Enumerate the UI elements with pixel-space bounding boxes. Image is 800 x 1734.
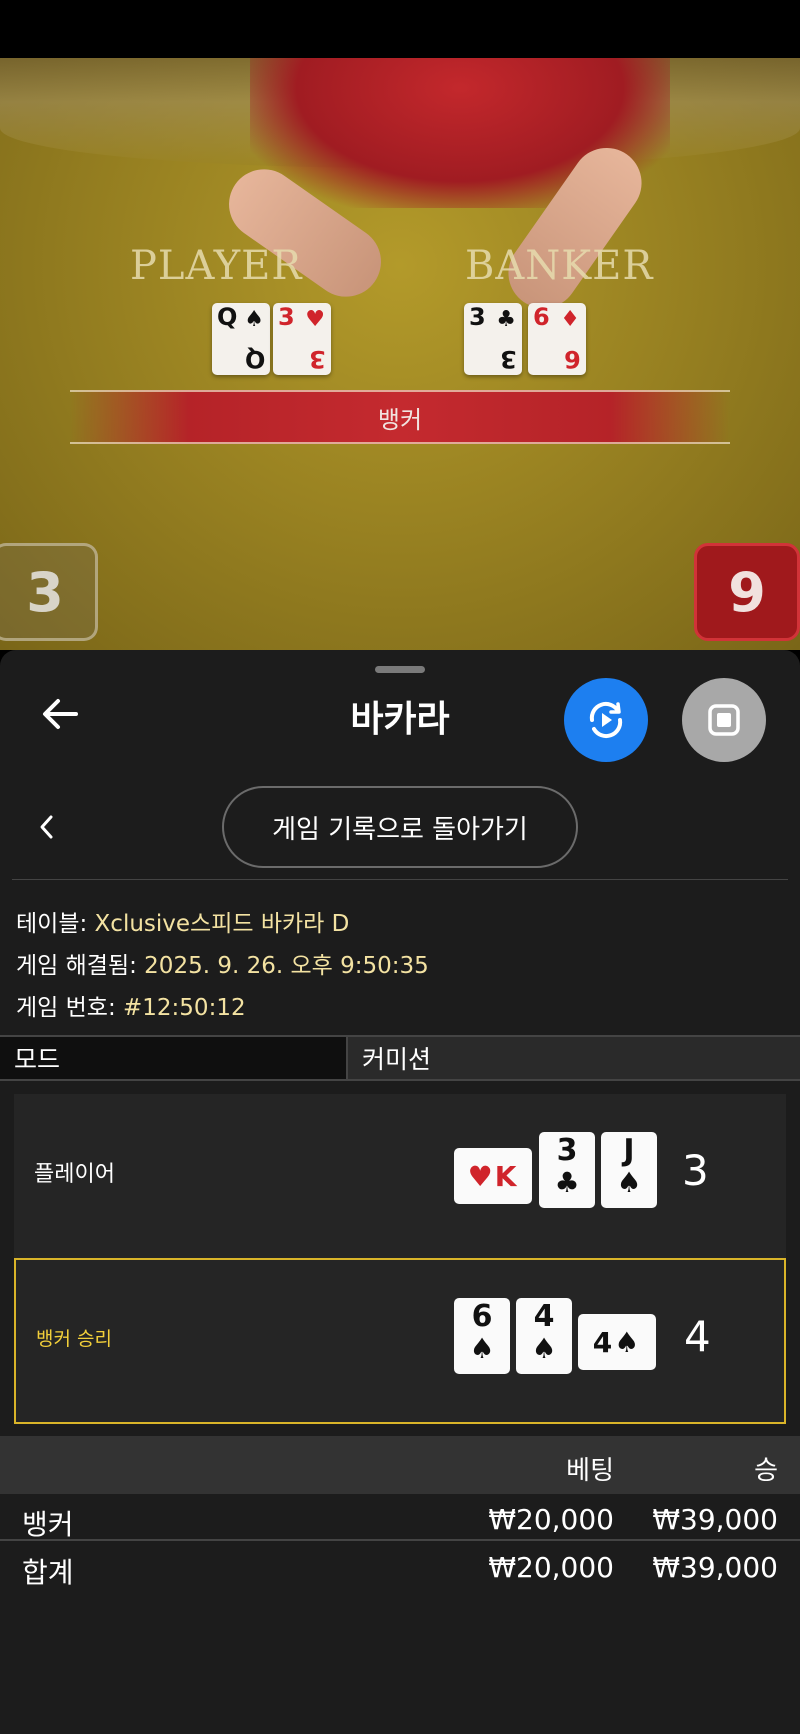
mode-label: 모드 [0, 1037, 348, 1079]
table-row-total: 합계 ₩20,000 ₩39,000 [0, 1543, 800, 1589]
table-card-player-2: 3 ♥ 3 [273, 303, 331, 375]
card-rank: Q [217, 303, 238, 331]
total-label: 합계 [22, 1556, 74, 1589]
live-video: PLAYER BANKER Q ♠ Q 3 ♥ 3 3 ♣ 3 6 ♦ 6 뱅커… [0, 58, 800, 650]
card-rank: 3 [469, 303, 486, 331]
mode-value: 커미션 [348, 1037, 800, 1079]
card-suit: ♥ [467, 1159, 495, 1193]
table-label-player: PLAYER [130, 243, 303, 289]
card-suit: ♠ [616, 1166, 642, 1199]
card-rank: J [623, 1133, 635, 1168]
page-title: 바카라 [350, 699, 450, 740]
card-suit: ♠ [244, 307, 264, 332]
table-card-banker-2: 6 ♦ 6 [528, 303, 586, 375]
table-info-label: 테이블: [16, 911, 95, 937]
player-card-2: 3 ♣ [539, 1132, 595, 1208]
divider [12, 879, 788, 880]
card-rank: 6 [533, 303, 550, 331]
card-rank: 6 [471, 1299, 493, 1334]
stop-icon [708, 704, 740, 736]
result-banner: 뱅커 [70, 390, 730, 444]
total-bet-amount: ₩20,000 [488, 1551, 614, 1584]
table-card-banker-1: 3 ♣ 3 [464, 303, 522, 375]
game-number-value: #12:50:12 [123, 995, 246, 1021]
card-rank: 4 [533, 1299, 555, 1334]
mode-row: 모드 커미션 [0, 1035, 800, 1081]
card-rank-inverted: Q [244, 345, 265, 373]
card-suit: ♠ [531, 1332, 557, 1365]
banker-hand-total: 4 [684, 1312, 711, 1361]
game-details-sheet: 바카라 게임 기록으로 돌아가기 테이블: Xclusive스피드 바카라 D … [0, 650, 800, 1734]
card-rank: 3 [278, 303, 295, 331]
player-card-1-sideways: ♥ K [454, 1148, 532, 1204]
card-suit: ♠ [614, 1325, 642, 1359]
player-card-3: J ♠ [601, 1132, 657, 1208]
game-number-info: 게임 번호: #12:50:12 [16, 988, 246, 1022]
card-suit: ♠ [469, 1332, 495, 1365]
resolved-info-label: 게임 해결됨: [16, 953, 145, 979]
card-rank-inverted: 3 [309, 345, 326, 373]
banker-hand-label: 뱅커 승리 [36, 1328, 112, 1350]
table-label-banker: BANKER [465, 243, 654, 289]
banker-card-3-sideways: 4 ♠ [578, 1314, 656, 1370]
bets-header-bet: 베팅 [566, 1456, 614, 1486]
card-rank: 3 [556, 1133, 578, 1168]
table-card-player-1: Q ♠ Q [212, 303, 270, 375]
player-hand-label: 플레이어 [34, 1162, 115, 1187]
back-to-history-button[interactable]: 게임 기록으로 돌아가기 [222, 786, 578, 868]
chevron-left-icon[interactable] [32, 812, 62, 842]
total-win-amount: ₩39,000 [652, 1551, 778, 1584]
bets-header: 베팅 승 [0, 1436, 800, 1494]
banker-hand: 뱅커 승리 6 ♠ 4 ♠ 4 ♠ 4 [14, 1258, 786, 1424]
stop-button[interactable] [682, 678, 766, 762]
card-rank: 4 [592, 1325, 615, 1359]
banker-card-1: 6 ♠ [454, 1298, 510, 1374]
bet-name: 뱅커 [22, 1508, 74, 1541]
banker-score-badge: 9 [694, 543, 800, 641]
card-suit: ♥ [305, 307, 325, 332]
resolved-info: 게임 해결됨: 2025. 9. 26. 오후 9:50:35 [16, 946, 429, 980]
replay-button[interactable] [564, 678, 648, 762]
replay-icon [589, 701, 623, 739]
bets-header-win: 승 [754, 1456, 778, 1486]
bet-amount: ₩20,000 [488, 1503, 614, 1536]
player-hand-total: 3 [682, 1146, 709, 1195]
card-rank: K [494, 1159, 519, 1193]
banker-card-2: 4 ♠ [516, 1298, 572, 1374]
table-info: 테이블: Xclusive스피드 바카라 D [16, 904, 349, 938]
player-score-badge: 3 [0, 543, 98, 641]
card-suit: ♣ [554, 1166, 580, 1199]
card-rank-inverted: 6 [564, 345, 581, 373]
table-row: 뱅커 ₩20,000 ₩39,000 [0, 1495, 800, 1541]
player-hand: 플레이어 ♥ K 3 ♣ J ♠ 3 [14, 1094, 786, 1258]
card-suit: ♣ [496, 307, 516, 332]
card-suit: ♦ [560, 307, 580, 332]
status-bar [0, 0, 800, 58]
card-rank-inverted: 3 [500, 345, 517, 373]
sheet-drag-handle[interactable] [375, 666, 425, 673]
win-amount: ₩39,000 [652, 1503, 778, 1536]
resolved-info-value: 2025. 9. 26. 오후 9:50:35 [144, 953, 429, 979]
table-info-value: Xclusive스피드 바카라 D [94, 911, 350, 937]
game-number-label: 게임 번호: [16, 995, 124, 1021]
